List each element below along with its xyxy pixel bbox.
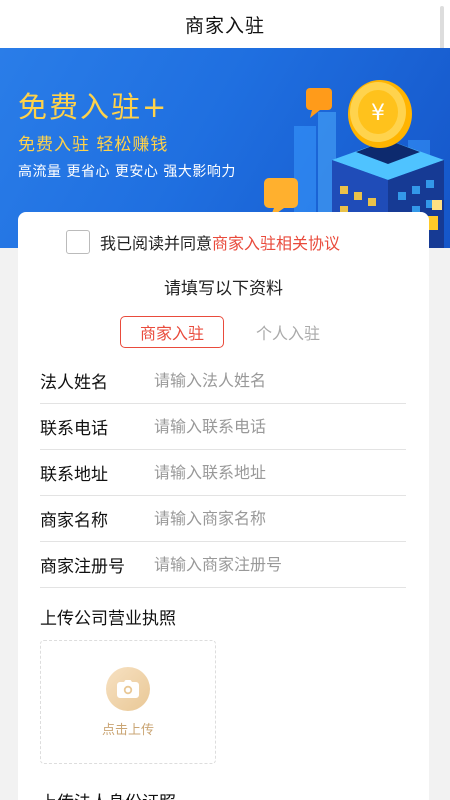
form-row-legal-name: 法人姓名 (40, 358, 406, 404)
camera-icon (106, 666, 150, 711)
idcard-upload-title: 上传法人身份证照 (40, 788, 176, 800)
nav-bar: 商家入驻 (0, 0, 450, 50)
registration-number-input[interactable] (154, 555, 406, 574)
legal-name-input[interactable] (154, 371, 406, 390)
agreement-row: 我已阅读并同意 商家入驻相关协议 (66, 230, 340, 254)
upload-button-label: 点击上传 (101, 722, 154, 738)
page-title: 商家入驻 (184, 14, 265, 37)
form-row-address: 联系地址 (40, 450, 406, 496)
field-label: 联系电话 (40, 419, 108, 439)
form-row-merchant-name: 商家名称 (40, 496, 406, 542)
field-label: 法人姓名 (40, 373, 108, 393)
form-title: 请填写以下资料 (164, 279, 283, 299)
merchant-name-input[interactable] (154, 509, 406, 528)
yen-symbol: ¥ (371, 101, 385, 126)
banner-headline: 免费入驻+ (18, 90, 169, 124)
phone-input[interactable] (154, 417, 406, 436)
agreement-link[interactable]: 商家入驻相关协议 (212, 230, 340, 254)
form-row-phone: 联系电话 (40, 404, 406, 450)
form-card: 我已阅读并同意 商家入驻相关协议 请填写以下资料 商家入驻 个人入驻 法人姓名 … (18, 212, 429, 800)
entry-type-tabs: 商家入驻 个人入驻 (120, 316, 320, 348)
field-label: 商家名称 (40, 511, 108, 531)
banner-tagline: 高流量 更省心 更安心 强大影响力 (18, 164, 236, 180)
info-form: 法人姓名 联系电话 联系地址 商家名称 商家注册号 (40, 358, 406, 588)
agreement-checkbox[interactable] (66, 230, 90, 254)
field-label: 商家注册号 (40, 557, 125, 577)
field-label: 联系地址 (40, 465, 108, 485)
tab-personal[interactable]: 个人入驻 (256, 320, 320, 344)
scrollbar[interactable] (440, 6, 444, 50)
tab-merchant[interactable]: 商家入驻 (120, 316, 224, 348)
agreement-text: 我已阅读并同意 (100, 234, 213, 253)
address-input[interactable] (154, 463, 406, 482)
banner-subtitle: 免费入驻 轻松赚钱 (18, 135, 169, 155)
form-row-registration-no: 商家注册号 (40, 542, 406, 588)
license-upload-box[interactable]: 点击上传 (40, 640, 216, 764)
license-upload-title: 上传公司营业执照 (40, 609, 176, 629)
